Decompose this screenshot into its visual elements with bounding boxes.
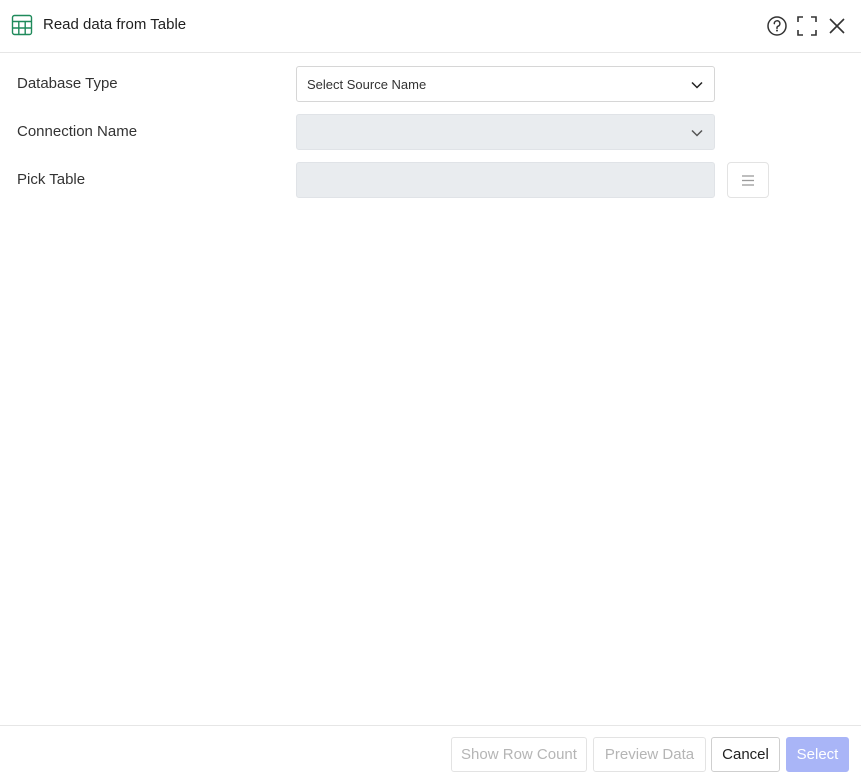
chevron-down-icon <box>690 126 704 140</box>
close-icon[interactable] <box>826 15 848 37</box>
database-type-label: Database Type <box>17 75 118 92</box>
show-row-count-button[interactable]: Show Row Count <box>451 737 587 772</box>
dialog-footer: Show Row Count Preview Data Cancel Selec… <box>0 725 861 782</box>
cancel-button[interactable]: Cancel <box>711 737 780 772</box>
connection-name-label: Connection Name <box>17 123 138 140</box>
help-icon[interactable] <box>766 15 788 37</box>
expand-icon[interactable] <box>796 15 818 37</box>
read-data-dialog: Read data from Table Database Type Selec… <box>0 0 861 782</box>
dialog-header: Read data from Table <box>0 0 861 53</box>
select-button[interactable]: Select <box>786 737 849 772</box>
chevron-down-icon <box>690 78 704 92</box>
dialog-title: Read data from Table <box>43 16 187 33</box>
preview-data-button[interactable]: Preview Data <box>593 737 706 772</box>
database-type-select[interactable]: Select Source Name <box>296 66 715 102</box>
pick-table-input[interactable] <box>296 162 715 198</box>
connection-name-select[interactable] <box>296 114 715 150</box>
pick-table-label: Pick Table <box>17 171 86 188</box>
pick-table-browse-button[interactable] <box>727 162 769 198</box>
database-type-value: Select Source Name <box>307 77 427 92</box>
list-icon <box>742 175 754 186</box>
table-icon <box>11 14 33 36</box>
